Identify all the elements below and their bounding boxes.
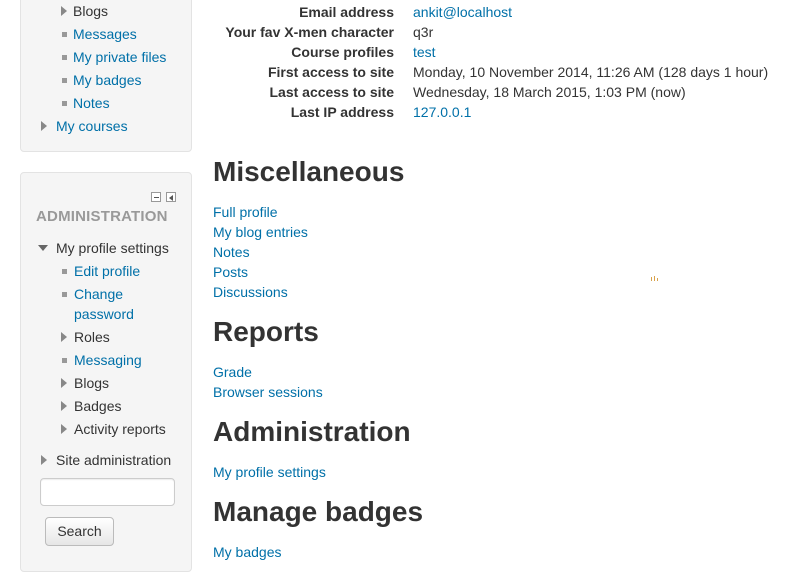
bullet-icon (62, 32, 67, 37)
profile-field-value: Wednesday, 18 March 2015, 1:03 PM (now) (413, 84, 686, 100)
profile-field-label: Your fav X-men character (225, 24, 394, 40)
ip-address-link[interactable]: 127.0.0.1 (413, 102, 471, 122)
admin-item-label: Activity reports (74, 421, 166, 437)
email-value-link[interactable]: ankit@localhost (413, 2, 512, 22)
profile-settings-link[interactable]: My profile settings (213, 462, 326, 482)
grade-link[interactable]: Grade (213, 362, 252, 382)
profile-field-label: Last access to site (269, 84, 394, 100)
full-profile-link[interactable]: Full profile (213, 202, 278, 222)
nav-item-label[interactable]: My badges (73, 70, 141, 90)
bullet-icon (62, 78, 67, 83)
discussions-link[interactable]: Discussions (213, 282, 288, 302)
expand-arrow-icon (61, 401, 67, 411)
blog-entries-link[interactable]: My blog entries (213, 222, 308, 242)
admin-item-label: Blogs (74, 375, 110, 391)
admin-item-label: Site administration (56, 452, 172, 468)
notes-link[interactable]: Notes (213, 242, 250, 262)
section-heading-miscellaneous: Miscellaneous (213, 156, 405, 187)
admin-item-label: My profile settings (56, 240, 169, 256)
nav-item-label[interactable]: My courses (56, 116, 128, 136)
expand-arrow-icon (61, 6, 67, 16)
dock-block-icon[interactable] (166, 192, 176, 202)
admin-item-label[interactable]: password (74, 304, 134, 324)
collapse-block-icon[interactable] (151, 192, 161, 202)
admin-item-label[interactable]: Change (74, 284, 123, 304)
profile-field-value: Monday, 10 November 2014, 11:26 AM (128 … (413, 64, 769, 80)
administration-block: ADMINISTRATION My profile settings Edit … (20, 172, 192, 572)
block-title: ADMINISTRATION (36, 208, 168, 225)
admin-item-label[interactable]: Messaging (74, 350, 142, 370)
my-badges-link[interactable]: My badges (213, 542, 281, 562)
bullet-icon (62, 358, 67, 363)
collapse-arrow-icon (38, 245, 48, 251)
section-heading-reports: Reports (213, 316, 319, 347)
posts-link[interactable]: Posts (213, 262, 248, 282)
profile-field-label: First access to site (267, 64, 394, 80)
bullet-icon (62, 55, 67, 60)
course-profile-link[interactable]: test (413, 42, 436, 62)
expand-arrow-icon (41, 121, 47, 131)
expand-arrow-icon (41, 455, 47, 465)
profile-field-label: Course profiles (291, 44, 394, 60)
nav-item-label: Blogs (73, 3, 109, 19)
nav-item-label[interactable]: Messages (73, 24, 137, 44)
expand-arrow-icon (61, 378, 67, 388)
expand-arrow-icon (61, 332, 67, 342)
profile-field-value: q3r (413, 24, 434, 40)
bullet-icon (62, 269, 67, 274)
admin-item-label[interactable]: Edit profile (74, 261, 140, 281)
section-heading-administration: Administration (213, 416, 411, 447)
expand-arrow-icon (61, 424, 67, 434)
bullet-icon (62, 101, 67, 106)
admin-item-label: Roles (74, 329, 110, 345)
browser-sessions-link[interactable]: Browser sessions (213, 382, 323, 402)
loading-indicator-icon (651, 276, 658, 281)
section-heading-manage-badges: Manage badges (213, 496, 424, 527)
profile-field-label: Email address (299, 4, 394, 20)
admin-search-input[interactable] (40, 478, 175, 506)
profile-field-label: Last IP address (290, 104, 394, 120)
admin-item-label: Badges (74, 398, 122, 414)
nav-item-label[interactable]: Notes (73, 93, 110, 113)
bullet-icon (62, 292, 67, 297)
search-button[interactable]: Search (45, 517, 114, 546)
